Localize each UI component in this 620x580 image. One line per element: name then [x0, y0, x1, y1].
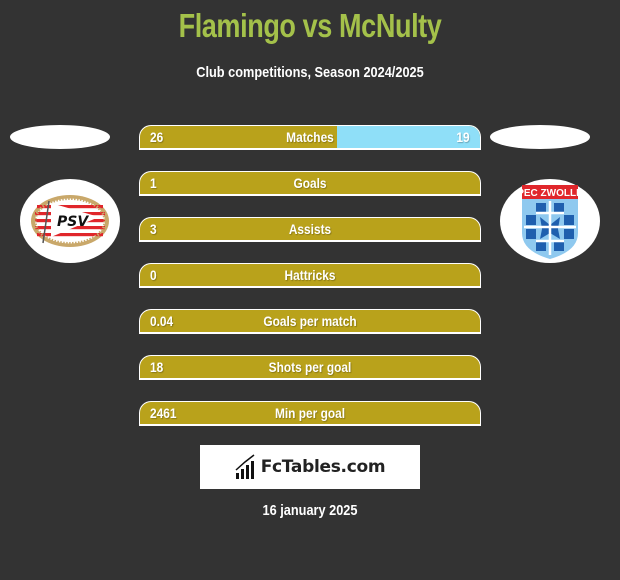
stat-row-matches: 26 Matches 19	[139, 125, 481, 150]
stat-row-min-per-goal: 2461 Min per goal	[139, 401, 481, 426]
stat-label: Goals per match	[263, 313, 357, 329]
stat-row-assists: 3 Assists	[139, 217, 481, 242]
pec-zwolle-logo-icon: PEC ZWOLLE	[520, 185, 580, 259]
right-value: 19	[456, 129, 470, 145]
brand-name: FcTables.com	[260, 457, 386, 477]
left-value: 0	[150, 267, 157, 283]
stat-row-hattricks: 0 Hattricks	[139, 263, 481, 288]
left-value: 26	[150, 129, 164, 145]
stat-row-shots-per-goal: 18 Shots per goal	[139, 355, 481, 380]
psv-logo-icon: PSV	[31, 195, 109, 247]
report-date: 16 january 2025	[262, 502, 358, 519]
stats-comparison: 26 Matches 19 1 Goals 3 Assists 0 Hattri…	[139, 125, 481, 447]
right-player-name-placeholder	[490, 125, 590, 149]
left-club-logo[interactable]: PSV	[20, 179, 120, 263]
left-value: 1	[150, 175, 157, 191]
stat-label: Min per goal	[274, 405, 346, 421]
competition-subtitle: Club competitions, Season 2024/2025	[196, 64, 424, 81]
left-player-name-placeholder	[10, 125, 110, 149]
stat-label: Shots per goal	[268, 359, 352, 375]
fctables-brand-link[interactable]: FcTables.com	[200, 445, 420, 489]
left-value: 3	[150, 221, 157, 237]
stat-label: Goals	[293, 175, 327, 191]
stat-row-goals-per-match: 0.04 Goals per match	[139, 309, 481, 334]
stat-label: Matches	[286, 129, 334, 145]
stat-label: Assists	[288, 221, 332, 237]
stat-row-goals: 1 Goals	[139, 171, 481, 196]
stat-label: Hattricks	[284, 267, 336, 283]
page-title: Flamingo vs McNulty	[178, 7, 442, 44]
svg-text:PSV: PSV	[57, 214, 89, 230]
left-value: 18	[150, 359, 164, 375]
svg-text:PEC ZWOLLE: PEC ZWOLLE	[520, 188, 580, 199]
right-club-logo[interactable]: PEC ZWOLLE	[500, 179, 600, 263]
bar-chart-icon	[235, 454, 255, 479]
